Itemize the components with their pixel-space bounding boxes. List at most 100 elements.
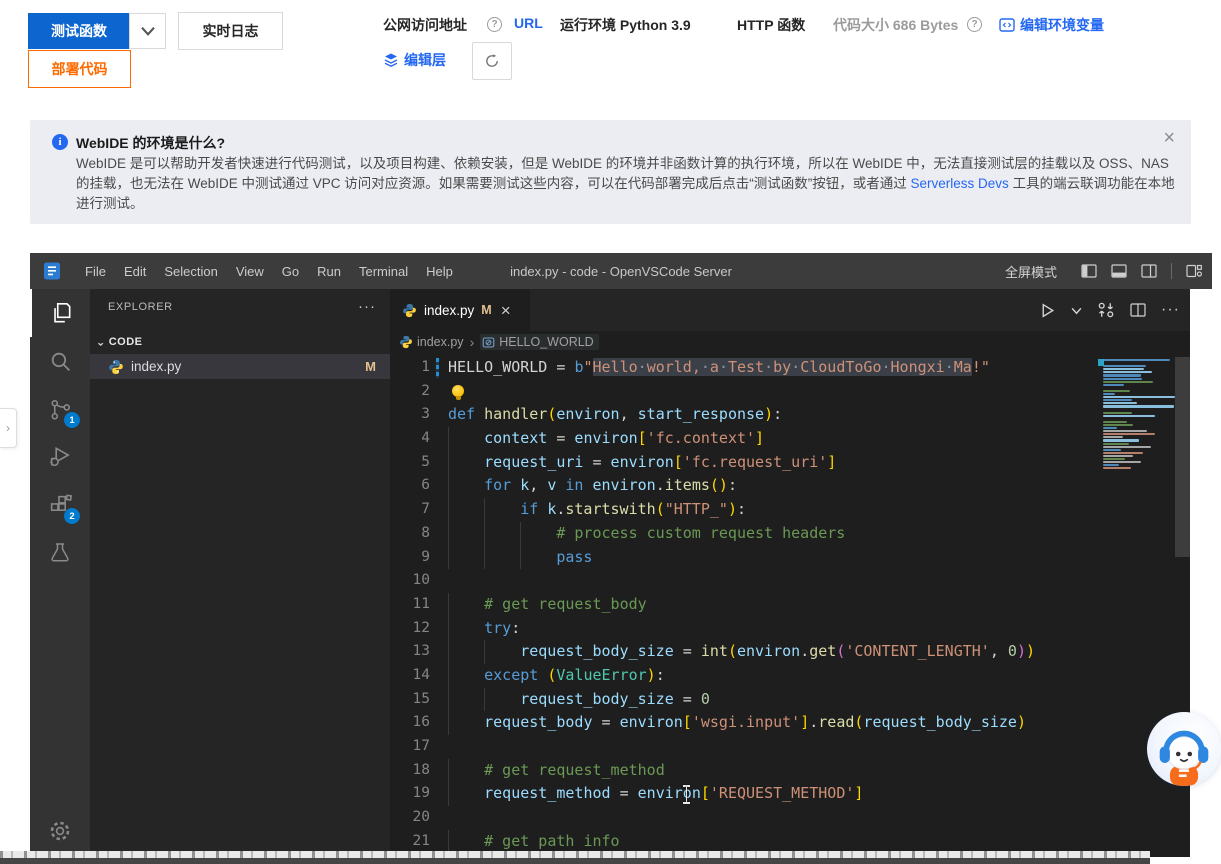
code-line[interactable]: 1HELLO_WORLD = b"Hello·world,·a·Test·by·…	[390, 356, 1190, 380]
deploy-code-button[interactable]: 部署代码	[28, 50, 131, 88]
page: 测试函数 实时日志 部署代码 公网访问地址 ? URL 运行环境 Python …	[0, 0, 1221, 864]
realtime-logs-button[interactable]: 实时日志	[178, 12, 283, 50]
code-line[interactable]: 10	[390, 569, 1190, 593]
python-file-icon	[399, 335, 413, 349]
openvscode-logo-icon	[42, 261, 62, 281]
chevron-down-icon: ⌄	[96, 336, 106, 348]
menu-edit[interactable]: Edit	[115, 259, 155, 283]
serverless-devs-link[interactable]: Serverless Devs	[911, 176, 1009, 191]
code-size-help-icon[interactable]: ?	[967, 17, 982, 32]
scm-badge: 1	[64, 412, 80, 428]
open-changes-icon[interactable]	[1097, 301, 1115, 319]
activity-manage[interactable]	[30, 807, 90, 855]
layers-icon	[383, 52, 399, 68]
activity-run-debug[interactable]	[30, 433, 90, 481]
menu-view[interactable]: View	[227, 259, 273, 283]
sidebar-expander-button[interactable]: ›	[0, 408, 17, 448]
activity-testing[interactable]	[30, 529, 90, 577]
support-mascot-button[interactable]	[1147, 712, 1221, 786]
editor-more-actions[interactable]: ···	[1161, 301, 1180, 319]
breadcrumb-symbol-label: HELLO_WORLD	[499, 335, 593, 349]
python-file-icon	[108, 359, 124, 375]
explorer-sidebar: EXPLORER ··· ⌄ CODE index.py M	[90, 289, 390, 857]
customize-layout-icon[interactable]	[1186, 263, 1202, 279]
titlebar-separator	[1171, 263, 1172, 279]
edit-env-vars-link[interactable]: 编辑环境变量	[999, 15, 1104, 35]
banner-close-icon[interactable]: ×	[1163, 128, 1175, 148]
code-line[interactable]: 15 request_body_size = 0	[390, 688, 1190, 712]
webide-info-banner: i WebIDE 的环境是什么? WebIDE 是可以帮助开发者快速进行代码测试…	[30, 120, 1191, 224]
menu-help[interactable]: Help	[417, 259, 462, 283]
run-python-file-button[interactable]	[1039, 302, 1056, 319]
split-editor-icon[interactable]	[1130, 302, 1146, 318]
activity-extensions[interactable]: 2	[30, 481, 90, 529]
code-line[interactable]: 14 except (ValueError):	[390, 664, 1190, 688]
menu-selection[interactable]: Selection	[155, 259, 226, 283]
refresh-icon	[484, 53, 500, 69]
breadcrumb-symbol[interactable]: HELLO_WORLD	[480, 334, 598, 350]
menu-terminal[interactable]: Terminal	[350, 259, 417, 283]
menu-go[interactable]: Go	[273, 259, 308, 283]
file-name: index.py	[131, 359, 365, 374]
http-function-label: HTTP 函数	[737, 15, 805, 35]
code-line[interactable]: 11 # get request_body	[390, 593, 1190, 617]
fullscreen-mode-button[interactable]: 全屏模式	[1005, 262, 1057, 281]
runtime-label: 运行环境 Python 3.9	[560, 15, 691, 35]
mascot-icon	[1153, 722, 1215, 786]
edit-layer-link[interactable]: 编辑层	[383, 50, 446, 70]
activity-search[interactable]	[30, 337, 90, 385]
menu-file[interactable]: File	[76, 259, 115, 283]
code-line[interactable]: 8 # process custom request headers	[390, 522, 1190, 546]
code-line[interactable]: 19 request_method = environ['REQUEST_MET…	[390, 782, 1190, 806]
toggle-secondary-sidebar-icon[interactable]	[1141, 263, 1157, 279]
activity-explorer[interactable]	[30, 289, 90, 337]
chevron-down-icon	[140, 23, 156, 39]
code-line[interactable]: 13 request_body_size = int(environ.get('…	[390, 640, 1190, 664]
files-icon	[48, 300, 74, 326]
test-function-dropdown-button[interactable]	[129, 13, 166, 49]
code-line[interactable]: 9 pass	[390, 546, 1190, 570]
section-label: CODE	[109, 336, 143, 348]
activity-bar: 1 2	[30, 289, 90, 857]
beaker-icon	[48, 541, 72, 565]
test-function-button[interactable]: 测试函数	[28, 13, 130, 49]
ide-titlebar: File Edit Selection View Go Run Terminal…	[30, 253, 1212, 289]
activity-source-control[interactable]: 1	[30, 385, 90, 433]
toggle-panel-icon[interactable]	[1111, 263, 1127, 279]
modified-badge: M	[365, 359, 376, 374]
code-line[interactable]: 20	[390, 806, 1190, 830]
url-link[interactable]: URL	[514, 15, 543, 31]
explorer-more-actions[interactable]: ···	[358, 298, 376, 315]
public-url-label: 公网访问地址	[383, 15, 467, 35]
code-editor[interactable]: 1HELLO_WORLD = b"Hello·world,·a·Test·by·…	[390, 353, 1190, 857]
code-line[interactable]: 21 # get path info	[390, 830, 1190, 854]
gear-icon	[48, 819, 72, 843]
webide-window: File Edit Selection View Go Run Terminal…	[30, 253, 1212, 857]
breadcrumb-file[interactable]: index.py	[417, 335, 464, 349]
banner-body: WebIDE 是可以帮助开发者快速进行代码测试，以及项目构建、依赖安装，但是 W…	[76, 154, 1178, 214]
tab-indexpy[interactable]: index.py M ×	[390, 289, 530, 331]
lightbulb-icon[interactable]	[452, 385, 464, 397]
code-line[interactable]: 4 context = environ['fc.context']	[390, 427, 1190, 451]
file-item-indexpy[interactable]: index.py M	[90, 354, 390, 379]
code-line[interactable]: 16 request_body = environ['wsgi.input'].…	[390, 711, 1190, 735]
editor-group: index.py M × ··· index.py ›	[390, 289, 1190, 857]
explorer-section-code[interactable]: ⌄ CODE	[90, 330, 390, 354]
code-line[interactable]: 3def handler(environ, start_response):	[390, 403, 1190, 427]
code-line[interactable]: 17	[390, 735, 1190, 759]
menu-run[interactable]: Run	[308, 259, 350, 283]
public-url-help-icon[interactable]: ?	[487, 17, 502, 32]
code-line[interactable]: 18 # get request_method	[390, 759, 1190, 783]
code-line[interactable]: 7 if k.startswith("HTTP_"):	[390, 498, 1190, 522]
editor-scrollbar[interactable]	[1175, 357, 1190, 557]
toggle-sidebar-icon[interactable]	[1081, 263, 1097, 279]
code-size-label: 代码大小 686 Bytes	[833, 15, 958, 35]
code-line[interactable]: 6 for k, v in environ.items():	[390, 474, 1190, 498]
refresh-button[interactable]	[472, 42, 512, 80]
code-line[interactable]: 2	[390, 380, 1190, 404]
extensions-badge: 2	[64, 508, 80, 524]
tab-close-icon[interactable]: ×	[501, 302, 511, 319]
code-line[interactable]: 5 request_uri = environ['fc.request_uri'…	[390, 451, 1190, 475]
code-line[interactable]: 12 try:	[390, 617, 1190, 641]
run-dropdown-icon[interactable]	[1071, 305, 1082, 316]
